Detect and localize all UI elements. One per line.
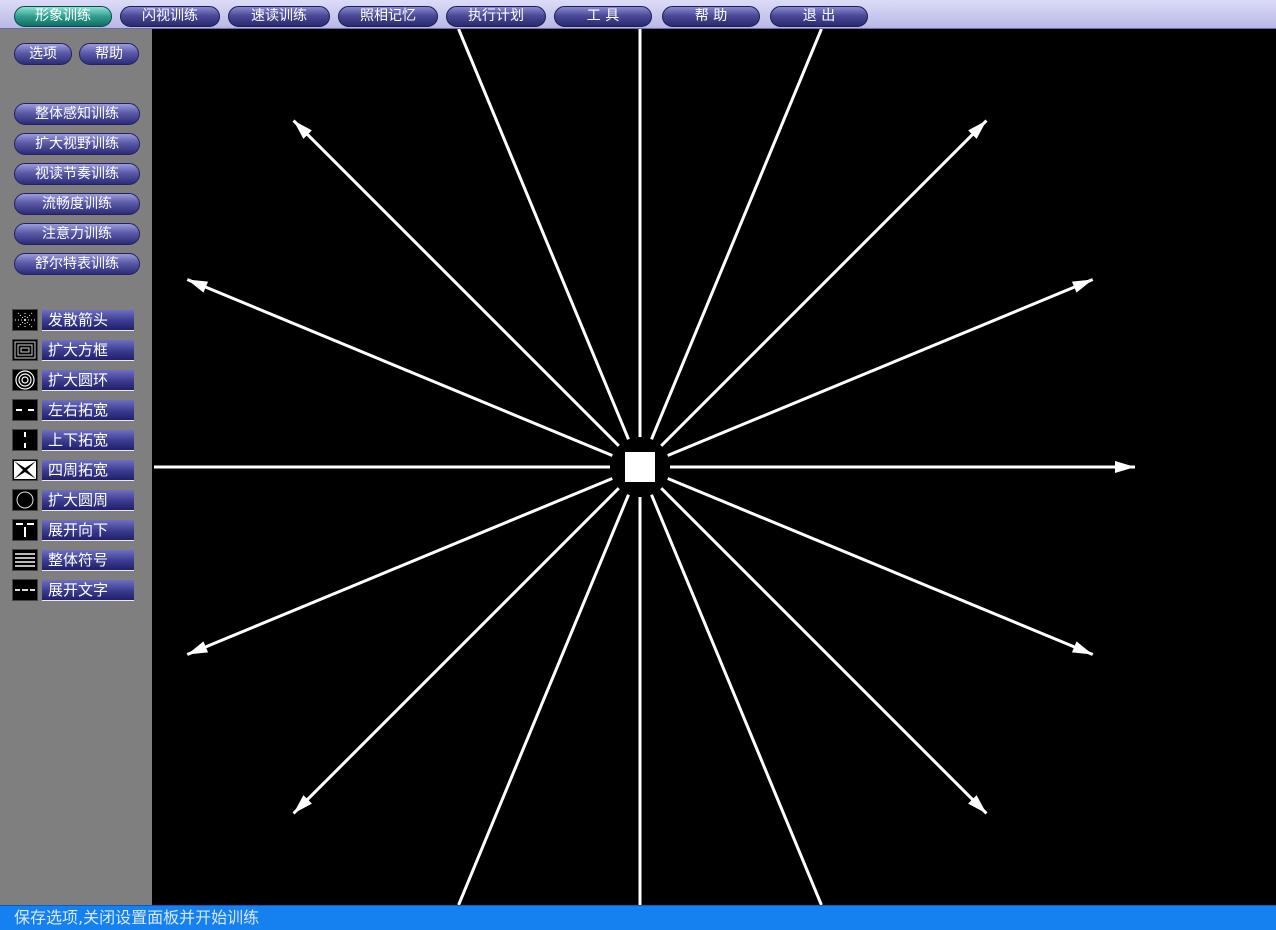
horizontal-expand-icon — [12, 399, 38, 421]
focus-square — [625, 452, 655, 482]
tool-expanding-rings[interactable]: 扩大圆环 — [12, 369, 134, 391]
arrow-head — [187, 279, 209, 293]
menu-photo-memory[interactable]: 照相记忆 — [338, 6, 438, 27]
menu-flash-training[interactable]: 闪视训练 — [120, 6, 220, 27]
expanding-circle-icon — [12, 489, 38, 511]
status-text: 保存选项,关闭设置面板并开始训练 — [14, 908, 260, 927]
arrow-shaft — [292, 119, 620, 447]
tool-label: 左右拓宽 — [42, 400, 134, 421]
category-schulte-table[interactable]: 舒尔特表训练 — [14, 253, 140, 275]
tool-four-way-expand[interactable]: 四周拓宽 — [12, 459, 134, 481]
tool-expanding-circle[interactable]: 扩大圆周 — [12, 489, 134, 511]
tool-expanding-squares[interactable]: 扩大方框 — [12, 339, 134, 361]
arrow-shaft — [292, 487, 620, 815]
arrow-shaft — [457, 494, 630, 905]
category-attention[interactable]: 注意力训练 — [14, 223, 140, 245]
tool-label: 上下拓宽 — [42, 430, 134, 451]
tool-label: 四周拓宽 — [42, 460, 134, 481]
menu-help[interactable]: 帮 助 — [662, 6, 760, 27]
category-overall-perception[interactable]: 整体感知训练 — [14, 103, 140, 125]
arrow-shaft — [660, 487, 988, 815]
menu-speed-reading[interactable]: 速读训练 — [228, 6, 330, 27]
category-fluency[interactable]: 流畅度训练 — [14, 193, 140, 215]
app-window: 形象训练 闪视训练 速读训练 照相记忆 执行计划 工 具 帮 助 退 出 选项 … — [0, 0, 1276, 930]
sidebar: 选项 帮助 整体感知训练 扩大视野训练 视读节奏训练 流畅度训练 注意力训练 舒… — [0, 29, 152, 905]
arrow-shaft — [660, 119, 988, 447]
tool-label: 扩大圆环 — [42, 370, 134, 391]
menu-tools[interactable]: 工 具 — [554, 6, 652, 27]
arrow-shaft — [667, 278, 1094, 457]
diverging-arrows-display — [154, 29, 1135, 905]
text-expand-icon — [12, 579, 38, 601]
symbol-grid-icon — [12, 549, 38, 571]
arrow-shaft — [650, 29, 823, 440]
arrow-head — [1115, 461, 1135, 473]
tool-symbol-grid[interactable]: 整体符号 — [12, 549, 134, 571]
four-way-expand-icon — [12, 459, 38, 481]
expanding-squares-icon — [12, 339, 38, 361]
diverging-arrows-icon — [12, 309, 38, 331]
menu-bar: 形象训练 闪视训练 速读训练 照相记忆 执行计划 工 具 帮 助 退 出 — [0, 0, 1276, 29]
arrow-head — [1071, 279, 1093, 293]
arrow-shaft — [186, 477, 613, 656]
sidebar-help-button[interactable]: 帮助 — [79, 43, 139, 65]
status-bar: 保存选项,关闭设置面板并开始训练 — [0, 905, 1276, 930]
tool-label: 扩大圆周 — [42, 490, 134, 511]
arrow-shaft — [667, 477, 1094, 656]
arrow-shaft — [650, 494, 823, 905]
expanding-rings-icon — [12, 369, 38, 391]
tool-label: 整体符号 — [42, 550, 134, 571]
expand-down-icon — [12, 519, 38, 541]
tool-horizontal-expand[interactable]: 左右拓宽 — [12, 399, 134, 421]
arrow-head — [187, 641, 209, 655]
training-canvas[interactable] — [152, 29, 1276, 905]
arrow-shaft — [457, 29, 630, 440]
category-expand-vision[interactable]: 扩大视野训练 — [14, 133, 140, 155]
vertical-expand-icon — [12, 429, 38, 451]
arrow-shaft — [186, 278, 613, 457]
category-reading-rhythm[interactable]: 视读节奏训练 — [14, 163, 140, 185]
tool-expand-down[interactable]: 展开向下 — [12, 519, 134, 541]
tool-label: 展开文字 — [42, 580, 134, 601]
tool-label: 展开向下 — [42, 520, 134, 541]
menu-exit[interactable]: 退 出 — [770, 6, 868, 27]
menu-execute-plan[interactable]: 执行计划 — [446, 6, 546, 27]
arrow-head — [1071, 641, 1093, 655]
tool-label: 扩大方框 — [42, 340, 134, 361]
options-button[interactable]: 选项 — [14, 43, 72, 65]
tool-diverging-arrows[interactable]: 发散箭头 — [12, 309, 134, 331]
menu-imagery-training[interactable]: 形象训练 — [14, 6, 112, 27]
tool-label: 发散箭头 — [42, 310, 134, 331]
tool-vertical-expand[interactable]: 上下拓宽 — [12, 429, 134, 451]
tool-text-expand[interactable]: 展开文字 — [12, 579, 134, 601]
